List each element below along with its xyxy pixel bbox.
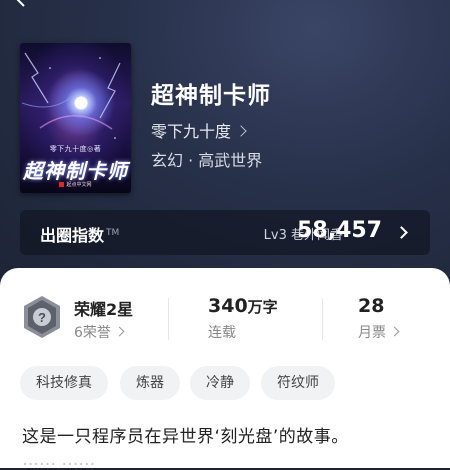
- svg-text:?: ?: [38, 310, 46, 325]
- genre-label: 玄幻 · 高武世界: [151, 151, 263, 170]
- book-info-card: ? 荣耀2星 6荣誉 340万字 连载 28 月票 科技修真 炼器 冷静 符纹师…: [0, 268, 450, 470]
- honor-title[interactable]: 荣耀2星: [74, 296, 133, 320]
- back-icon[interactable]: [14, 0, 30, 10]
- author-link[interactable]: 零下九十度: [151, 118, 247, 142]
- synopsis-text[interactable]: 这是一只程序员在异世界‘刻光盘’的故事。: [22, 422, 349, 447]
- publisher-logo-icon: [59, 182, 65, 187]
- book-title: 超神制卡师: [151, 83, 271, 109]
- cover-title: 超神制卡师: [23, 159, 128, 183]
- chevron-right-icon: [114, 326, 125, 337]
- tag-chip[interactable]: 符纹师: [261, 366, 335, 400]
- serial-status: 连载: [208, 325, 236, 341]
- divider: [168, 298, 169, 340]
- synopsis-continued: …… ……: [22, 450, 96, 470]
- popularity-index-bar[interactable]: 出圈指数 TM Lv3 巷外闻香 58,457: [20, 210, 430, 255]
- cover-author-line: 零下九十度◎著: [49, 145, 102, 153]
- hero-header: 零下九十度◎著 超神制卡师 起点中文网 超神制卡师 零下九十度 玄幻 · 高武世…: [0, 0, 450, 290]
- divider: [322, 298, 323, 340]
- tag-chip[interactable]: 炼器: [120, 366, 180, 400]
- index-value: 58,457: [297, 218, 382, 243]
- word-count: 340万字: [208, 295, 278, 317]
- honor-count-link[interactable]: 6荣誉: [74, 322, 125, 342]
- monthly-votes-count: 28: [358, 295, 385, 317]
- honor-badge-icon[interactable]: ?: [22, 295, 62, 339]
- chevron-right-icon: [395, 226, 408, 239]
- monthly-votes-link[interactable]: 月票: [358, 322, 400, 342]
- trademark-mark: TM: [106, 227, 120, 238]
- book-cover[interactable]: 零下九十度◎著 超神制卡师 起点中文网: [20, 43, 131, 193]
- index-label: 出圈指数 TM: [40, 226, 120, 245]
- chevron-right-icon: [235, 125, 247, 137]
- tag-chip[interactable]: 冷静: [190, 366, 250, 400]
- author-name: 零下九十度: [151, 122, 232, 141]
- tag-chip[interactable]: 科技修真: [20, 366, 108, 400]
- cover-publisher: 起点中文网: [20, 181, 131, 188]
- chevron-right-icon: [389, 326, 400, 337]
